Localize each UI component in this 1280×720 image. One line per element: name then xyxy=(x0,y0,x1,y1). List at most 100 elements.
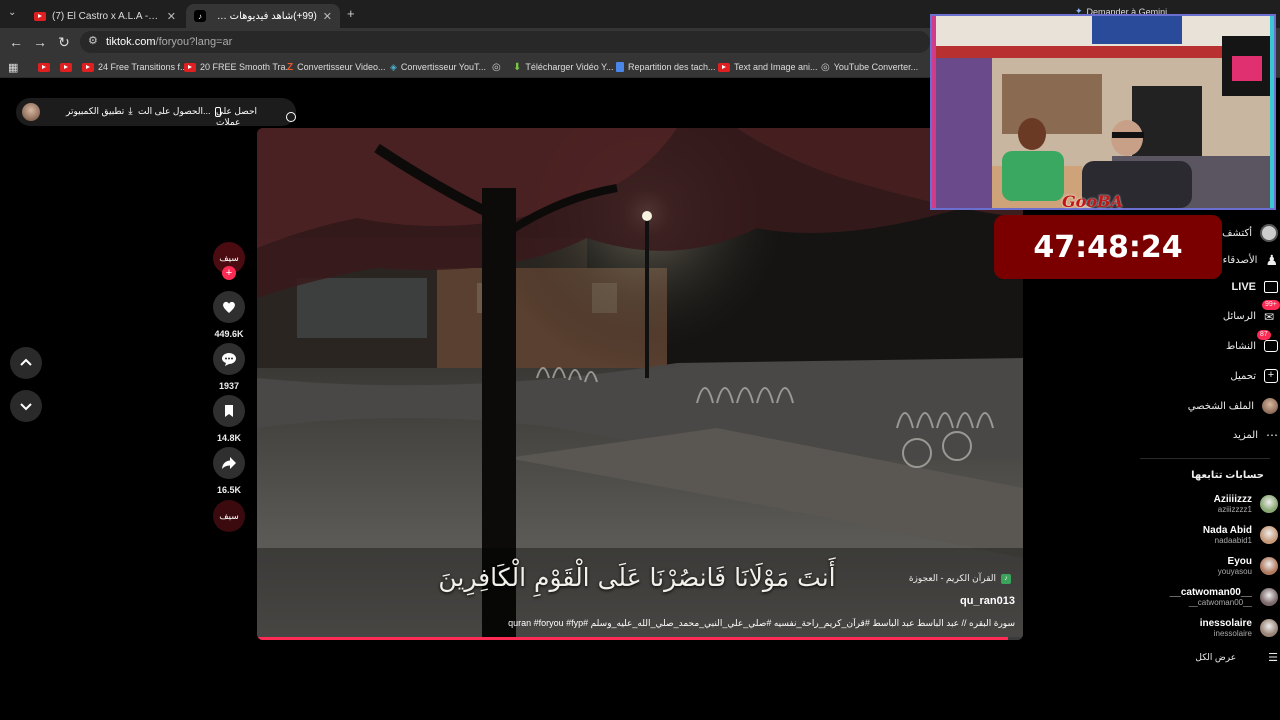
following-avatar xyxy=(1260,557,1278,575)
comment-button[interactable] xyxy=(213,343,245,375)
bookmark-item[interactable]: ⬇ Télécharger Vidéo Y... xyxy=(513,60,613,74)
bookmark-item[interactable]: ◎ YouTube Converter... xyxy=(821,60,918,74)
bookmark-button[interactable] xyxy=(213,395,245,427)
bookmark-item[interactable]: 24 Free Transitions f... xyxy=(82,60,188,74)
nav-friends-label: الأصدقاء xyxy=(1222,255,1258,266)
desktop-app-button[interactable]: تطبيق الكمبيوتر ⤓ xyxy=(66,106,133,117)
activity-badge: 87 xyxy=(1257,330,1271,340)
following-display-name: Eyou xyxy=(1227,556,1252,567)
nav-explore[interactable]: أكتشف xyxy=(1222,224,1278,242)
explore-icon xyxy=(1260,224,1278,242)
following-avatar xyxy=(1260,495,1278,513)
more-dots-icon: ⋯ xyxy=(1266,428,1278,442)
youtube-icon xyxy=(184,62,196,72)
share-action[interactable]: 16.5K xyxy=(213,447,245,495)
follow-plus-button[interactable]: + xyxy=(222,266,236,280)
following-text: Nada Abid nadaabid1 xyxy=(1203,525,1252,545)
save-count: 14.8K xyxy=(216,433,242,443)
next-video-button[interactable] xyxy=(10,390,42,422)
get-coins-button[interactable]: احصل على عملات xyxy=(216,106,296,128)
close-tab-icon[interactable]: ✕ xyxy=(167,10,176,23)
comment-action[interactable]: 1937 xyxy=(213,343,245,391)
comment-icon xyxy=(222,353,236,366)
reload-icon[interactable]: ↻ xyxy=(56,34,72,50)
tab-search-chevron-icon[interactable]: ⌄ xyxy=(8,7,16,18)
profile-avatar-icon xyxy=(1262,398,1278,414)
bookmark-label: Text and Image ani... xyxy=(734,62,818,72)
user-avatar[interactable] xyxy=(22,103,40,121)
video-progress-bar[interactable] xyxy=(257,637,1023,640)
bookmark-youtube-2[interactable] xyxy=(60,60,72,74)
sound-row[interactable]: ♪ القرآن الكريم - العجوزة xyxy=(909,573,1011,584)
apps-grid-icon[interactable]: ▦ xyxy=(8,60,18,74)
list-icon: ☰ xyxy=(1268,652,1278,664)
nav-messages-label: الرسائل xyxy=(1222,310,1256,322)
following-username: aziiizzzz1 xyxy=(1217,505,1252,514)
video-player[interactable]: أَنتَ مَوْلَانَا فَانصُرْنَا عَلَى الْقَ… xyxy=(257,128,1023,640)
new-tab-button[interactable]: + xyxy=(347,6,355,21)
bookmark-item[interactable]: Repartition des tach... xyxy=(616,60,716,74)
nav-live[interactable]: LIVE xyxy=(1232,281,1278,293)
get-app-button[interactable]: الحصول على الت... xyxy=(138,106,221,117)
friends-icon: ♟ xyxy=(1265,252,1278,268)
following-text: Eyou youyasou xyxy=(1218,556,1252,576)
converter-icon: ◈ xyxy=(390,61,397,72)
back-arrow-icon[interactable]: ← xyxy=(8,34,24,50)
like-action[interactable]: 449.6K xyxy=(213,291,245,339)
site-info-icon[interactable]: ⚙ xyxy=(88,34,98,47)
share-count: 16.5K xyxy=(216,485,242,495)
coin-icon xyxy=(286,112,296,122)
bookmark-globe[interactable]: ◎ xyxy=(492,60,501,74)
tab-youtube[interactable]: (7) El Castro x A.L.A - الأغنية السابعة … xyxy=(26,4,184,28)
nav-activity[interactable]: النشاط 87 xyxy=(1226,330,1278,352)
creator-username[interactable]: qu_ran013 xyxy=(960,595,1015,607)
following-avatar xyxy=(1260,526,1278,544)
music-disc-avatar[interactable]: سيف xyxy=(213,500,245,532)
streamer-webcam-overlay: GooBA xyxy=(930,14,1276,211)
bookmark-item[interactable]: Z Convertisseur Video... xyxy=(287,60,386,74)
nav-more[interactable]: المزيد ⋯ xyxy=(1233,428,1278,442)
following-text: inessolaire inessolaire xyxy=(1200,618,1252,638)
bookmark-youtube-1[interactable] xyxy=(38,60,50,74)
tab-tiktok[interactable]: ♪ (99+)شاهد فيديوهات متصدرة | TikTok ✕ xyxy=(186,4,340,28)
following-account[interactable]: Nada Abid nadaabid1 xyxy=(1203,525,1278,545)
following-account[interactable]: Aziiiizzz aziiizzzz1 xyxy=(1214,494,1278,514)
youtube-icon xyxy=(38,62,50,72)
creator-avatar-text: سيف xyxy=(219,252,239,263)
chevron-up-icon xyxy=(20,358,32,366)
bookmark-item[interactable]: 20 FREE Smooth Tra... xyxy=(184,60,293,74)
url-path: /foryou?lang=ar xyxy=(155,36,233,48)
save-action[interactable]: 14.8K xyxy=(213,395,245,443)
bookmark-item[interactable]: Text and Image ani... xyxy=(718,60,818,74)
globe-icon: ◎ xyxy=(492,61,501,73)
like-button[interactable] xyxy=(213,291,245,323)
following-display-name: Aziiiizzz xyxy=(1213,494,1252,505)
following-account[interactable]: __catwoman00__ __catwoman00__ xyxy=(1170,587,1278,607)
activity-icon: 87 xyxy=(1257,330,1278,352)
view-all-button[interactable]: عرض الكل ☰ xyxy=(1195,651,1278,664)
bookmark-item[interactable]: ◈ Convertisseur YouT... xyxy=(390,60,486,74)
download-green-icon: ⬇ xyxy=(513,61,522,73)
forward-arrow-icon[interactable]: → xyxy=(32,34,48,50)
nav-upload[interactable]: تحميل + xyxy=(1230,369,1278,383)
music-disc[interactable]: سيف xyxy=(213,500,245,532)
following-account[interactable]: Eyou youyasou xyxy=(1218,556,1278,576)
nav-profile[interactable]: الملف الشخصي xyxy=(1188,398,1278,414)
view-all-label: عرض الكل xyxy=(1195,652,1237,662)
following-username: __catwoman00__ xyxy=(1188,598,1252,607)
video-progress-fill xyxy=(257,637,1008,640)
nav-messages[interactable]: الرسائل ✉ 99+ xyxy=(1222,300,1280,324)
youtube-icon xyxy=(34,11,46,21)
following-account[interactable]: inessolaire inessolaire xyxy=(1200,618,1278,638)
upload-plus-icon: + xyxy=(1264,369,1278,383)
messages-icon: ✉ 99+ xyxy=(1262,300,1280,324)
nav-friends[interactable]: الأصدقاء ♟ xyxy=(1223,252,1278,269)
share-button[interactable] xyxy=(213,447,245,479)
creator-avatar-group[interactable]: سيف + xyxy=(213,242,245,280)
url-host: tiktok.com xyxy=(106,36,156,48)
nav-explore-label: أكتشف xyxy=(1222,227,1252,239)
url-field[interactable]: ⚙ tiktok.com/foryou?lang=ar xyxy=(80,31,930,53)
close-tab-icon[interactable]: ✕ xyxy=(323,10,332,23)
previous-video-button[interactable] xyxy=(10,347,42,379)
share-icon xyxy=(222,457,236,469)
